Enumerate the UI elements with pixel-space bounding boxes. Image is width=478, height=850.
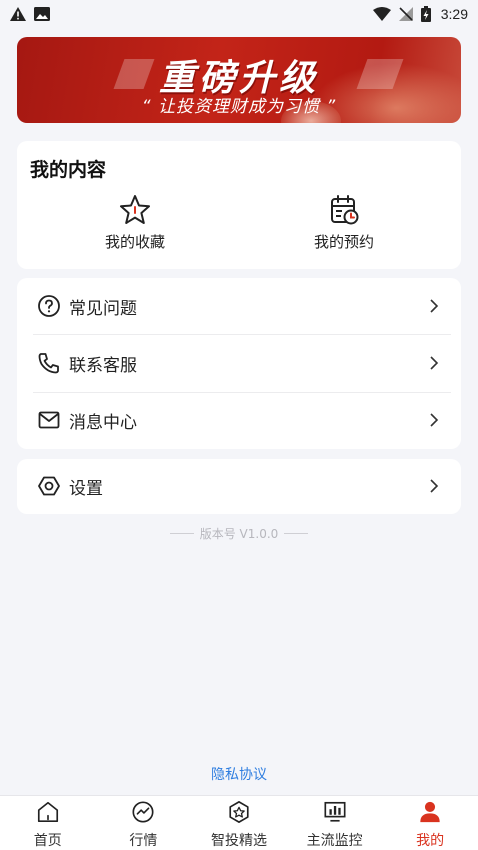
- tab-smart-invest[interactable]: 智投精选: [191, 796, 287, 850]
- tab-label: 智投精选: [210, 833, 267, 849]
- tab-mine[interactable]: 我的: [382, 796, 478, 850]
- status-time: 3:29: [440, 6, 468, 22]
- battery-icon: [420, 6, 431, 22]
- menu-item-label: 常见问题: [69, 299, 137, 319]
- tab-label: 我的: [416, 833, 445, 849]
- my-content-card: 我的内容 我的收藏 我的预约: [17, 141, 461, 269]
- my-reservations-button[interactable]: 我的预约: [284, 193, 404, 252]
- star-icon: [120, 195, 150, 224]
- tab-home[interactable]: 首页: [0, 796, 96, 850]
- bottom-tab-bar: 首页 行情 智投精选 主流监控 我的: [0, 795, 478, 850]
- chevron-right-icon: [430, 479, 439, 493]
- menu-item-settings[interactable]: 设置: [17, 459, 461, 514]
- divider: [169, 533, 194, 534]
- status-bar: 3:29: [0, 0, 478, 28]
- chevron-right-icon: [430, 299, 439, 313]
- banner-subtitle: “ 让投资理财成为习惯 ”: [141, 97, 337, 117]
- menu-item-contact-support[interactable]: 联系客服: [17, 335, 461, 392]
- tab-market[interactable]: 行情: [96, 796, 192, 850]
- menu-item-label: 联系客服: [69, 356, 137, 376]
- tab-label: 主流监控: [306, 833, 363, 849]
- promo-banner[interactable]: 重磅升级 “ 让投资理财成为习惯 ”: [17, 37, 461, 123]
- my-reservations-label: 我的预约: [313, 233, 374, 251]
- version-info: 版本号 V1.0.0: [0, 525, 478, 542]
- monitor-icon: [324, 801, 346, 822]
- question-circle-icon: [38, 295, 60, 317]
- mail-icon: [38, 411, 60, 429]
- chevron-right-icon: [430, 413, 439, 427]
- my-content-title: 我的内容: [30, 159, 107, 181]
- tab-label: 首页: [33, 833, 62, 849]
- home-icon: [37, 801, 58, 823]
- menu-list-card: 常见问题 联系客服 消息中心: [17, 278, 461, 449]
- gear-icon: [38, 476, 60, 496]
- warning-icon: [10, 7, 26, 21]
- privacy-policy-link[interactable]: 隐私协议: [0, 764, 478, 784]
- chevron-right-icon: [430, 356, 439, 370]
- settings-card: 设置: [17, 459, 461, 514]
- menu-item-label: 消息中心: [69, 413, 137, 433]
- my-favorites-button[interactable]: 我的收藏: [75, 193, 195, 252]
- menu-item-faq[interactable]: 常见问题: [17, 278, 461, 335]
- smart-invest-icon: [229, 801, 249, 823]
- divider: [284, 533, 309, 534]
- my-favorites-label: 我的收藏: [104, 233, 165, 251]
- image-icon: [34, 7, 50, 21]
- user-icon: [420, 801, 440, 823]
- tab-monitor[interactable]: 主流监控: [287, 796, 383, 850]
- phone-icon: [38, 353, 59, 374]
- no-signal-icon: [398, 7, 413, 21]
- menu-item-message-center[interactable]: 消息中心: [17, 392, 461, 449]
- market-icon: [132, 801, 154, 823]
- version-text: 版本号 V1.0.0: [199, 527, 279, 541]
- wifi-icon: [372, 7, 391, 21]
- settings-label: 设置: [69, 479, 103, 499]
- tab-label: 行情: [129, 833, 158, 849]
- calendar-clock-icon: [331, 195, 359, 225]
